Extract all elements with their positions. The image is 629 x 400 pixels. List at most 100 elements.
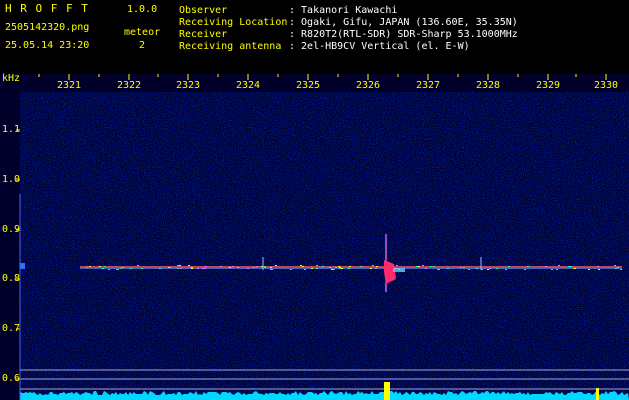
detection-count: 2: [139, 40, 145, 52]
time-tick-2326: 2326: [356, 80, 380, 92]
carrier-speckle: [508, 266, 510, 267]
time-tick-2330: 2330: [594, 80, 618, 92]
time-tick-2324: 2324: [236, 80, 260, 92]
carrier-speckle: [463, 267, 465, 268]
carrier-speckle: [316, 268, 318, 269]
carrier-speckle: [122, 267, 124, 268]
carrier-speckle: [339, 267, 341, 268]
carrier-speckle: [370, 268, 372, 269]
file-datetime: 25.05.14 23:20: [5, 40, 89, 52]
freq-tick-0-8: 0.8: [2, 273, 20, 285]
carrier-speckle: [247, 268, 249, 269]
carrier-speckle: [437, 269, 439, 270]
carrier-speckle: [558, 265, 560, 266]
carrier-speckle: [180, 268, 182, 269]
carrier-speckle: [237, 267, 239, 268]
carrier-speckle: [311, 268, 313, 269]
carrier-speckle: [476, 268, 478, 269]
freq-tick-1-0: 1.0: [2, 174, 20, 186]
baseline-yellow-burst: [384, 382, 390, 400]
carrier-speckle: [316, 265, 318, 266]
carrier-speckle: [468, 269, 470, 270]
carrier-speckle: [335, 267, 337, 268]
carrier-speckle: [614, 265, 616, 266]
carrier-speckle: [396, 265, 398, 266]
carrier-speckle: [99, 266, 101, 267]
freq-tick-0-7: 0.7: [2, 323, 20, 335]
carrier-speckle: [232, 266, 234, 267]
carrier-speckle: [598, 269, 600, 270]
observer-value: : Takanori Kawachi: [289, 5, 397, 17]
carrier-speckle: [487, 269, 489, 270]
carrier-speckle: [588, 269, 590, 270]
carrier-speckle: [372, 265, 374, 266]
carrier-speckle: [177, 268, 179, 269]
antenna-value: : 2el-HB9CV Vertical (el. E-W): [289, 41, 470, 53]
time-tick-2321: 2321: [57, 80, 81, 92]
carrier-speckle: [545, 266, 547, 267]
carrier-speckle: [141, 268, 143, 269]
carrier-speckle: [527, 266, 529, 267]
carrier-speckle: [505, 269, 507, 270]
file-name: 2505142320.png: [5, 22, 89, 34]
freq-tick-0-6: 0.6: [2, 373, 20, 385]
app-version: 1.0.0: [127, 4, 157, 16]
carrier-speckle: [551, 269, 553, 270]
header: H R O F F T 1.0.0 2505142320.png 25.05.1…: [0, 0, 629, 74]
carrier-speckle: [179, 265, 181, 266]
carrier-speckle: [202, 268, 204, 269]
carrier-speckle: [275, 265, 277, 266]
carrier-speckle: [253, 267, 255, 268]
carrier-speckle: [264, 267, 266, 268]
carrier-speckle: [422, 265, 424, 266]
carrier-speckle: [304, 269, 306, 270]
time-tick-2322: 2322: [117, 80, 141, 92]
carrier-speckle: [331, 269, 333, 270]
carrier-speckle: [322, 266, 324, 267]
time-tick-2325: 2325: [296, 80, 320, 92]
carrier-speckle: [300, 265, 302, 266]
carrier-speckle: [349, 266, 351, 267]
carrier-speckle: [570, 266, 572, 267]
carrier-speckle: [341, 268, 343, 269]
carrier-speckle: [416, 266, 418, 267]
carrier-speckle: [568, 266, 570, 267]
carrier-speckle: [433, 266, 435, 267]
carrier-speckle: [229, 267, 231, 268]
carrier-speckle: [188, 265, 190, 266]
carrier-speckle: [264, 266, 266, 267]
carrier-speckle: [556, 269, 558, 270]
carrier-speckle: [204, 268, 206, 269]
receiver-value: : R820T2(RTL-SDR) SDR-Sharp 53.1000MHz: [289, 29, 518, 41]
observer-key: Observer: [179, 5, 227, 17]
location-value: : Ogaki, Gifu, JAPAN (136.60E, 35.35N): [289, 17, 518, 29]
carrier-speckle: [376, 266, 378, 267]
carrier-speckle: [177, 265, 179, 266]
carrier-speckle: [361, 266, 363, 267]
location-key: Receiving Location: [179, 17, 287, 29]
carrier-speckle: [489, 268, 491, 269]
carrier-speckle: [302, 266, 304, 267]
carrier-speckle: [220, 266, 222, 267]
carrier-speckle: [102, 268, 104, 269]
carrier-speckle: [617, 267, 619, 268]
baseline-yellow-spike: [596, 388, 599, 400]
freq-tick-0-9: 0.9: [2, 224, 20, 236]
carrier-speckle: [620, 269, 622, 270]
carrier-speckle: [169, 267, 171, 268]
carrier-speckle: [338, 266, 340, 267]
carrier-speckle: [339, 268, 341, 269]
time-tick-2328: 2328: [476, 80, 500, 92]
receiver-key: Receiver: [179, 29, 227, 41]
carrier-speckle: [256, 266, 258, 267]
carrier-speckle: [271, 269, 273, 270]
freq-unit: kHz: [2, 73, 20, 85]
carrier-speckle: [108, 269, 110, 270]
carrier-speckle: [597, 266, 599, 267]
carrier-speckle: [425, 268, 427, 269]
time-tick-2327: 2327: [416, 80, 440, 92]
app-name: H R O F F T: [5, 3, 89, 15]
carrier-speckle: [86, 267, 88, 268]
carrier-speckle: [130, 268, 132, 269]
noise-field: [20, 92, 629, 400]
